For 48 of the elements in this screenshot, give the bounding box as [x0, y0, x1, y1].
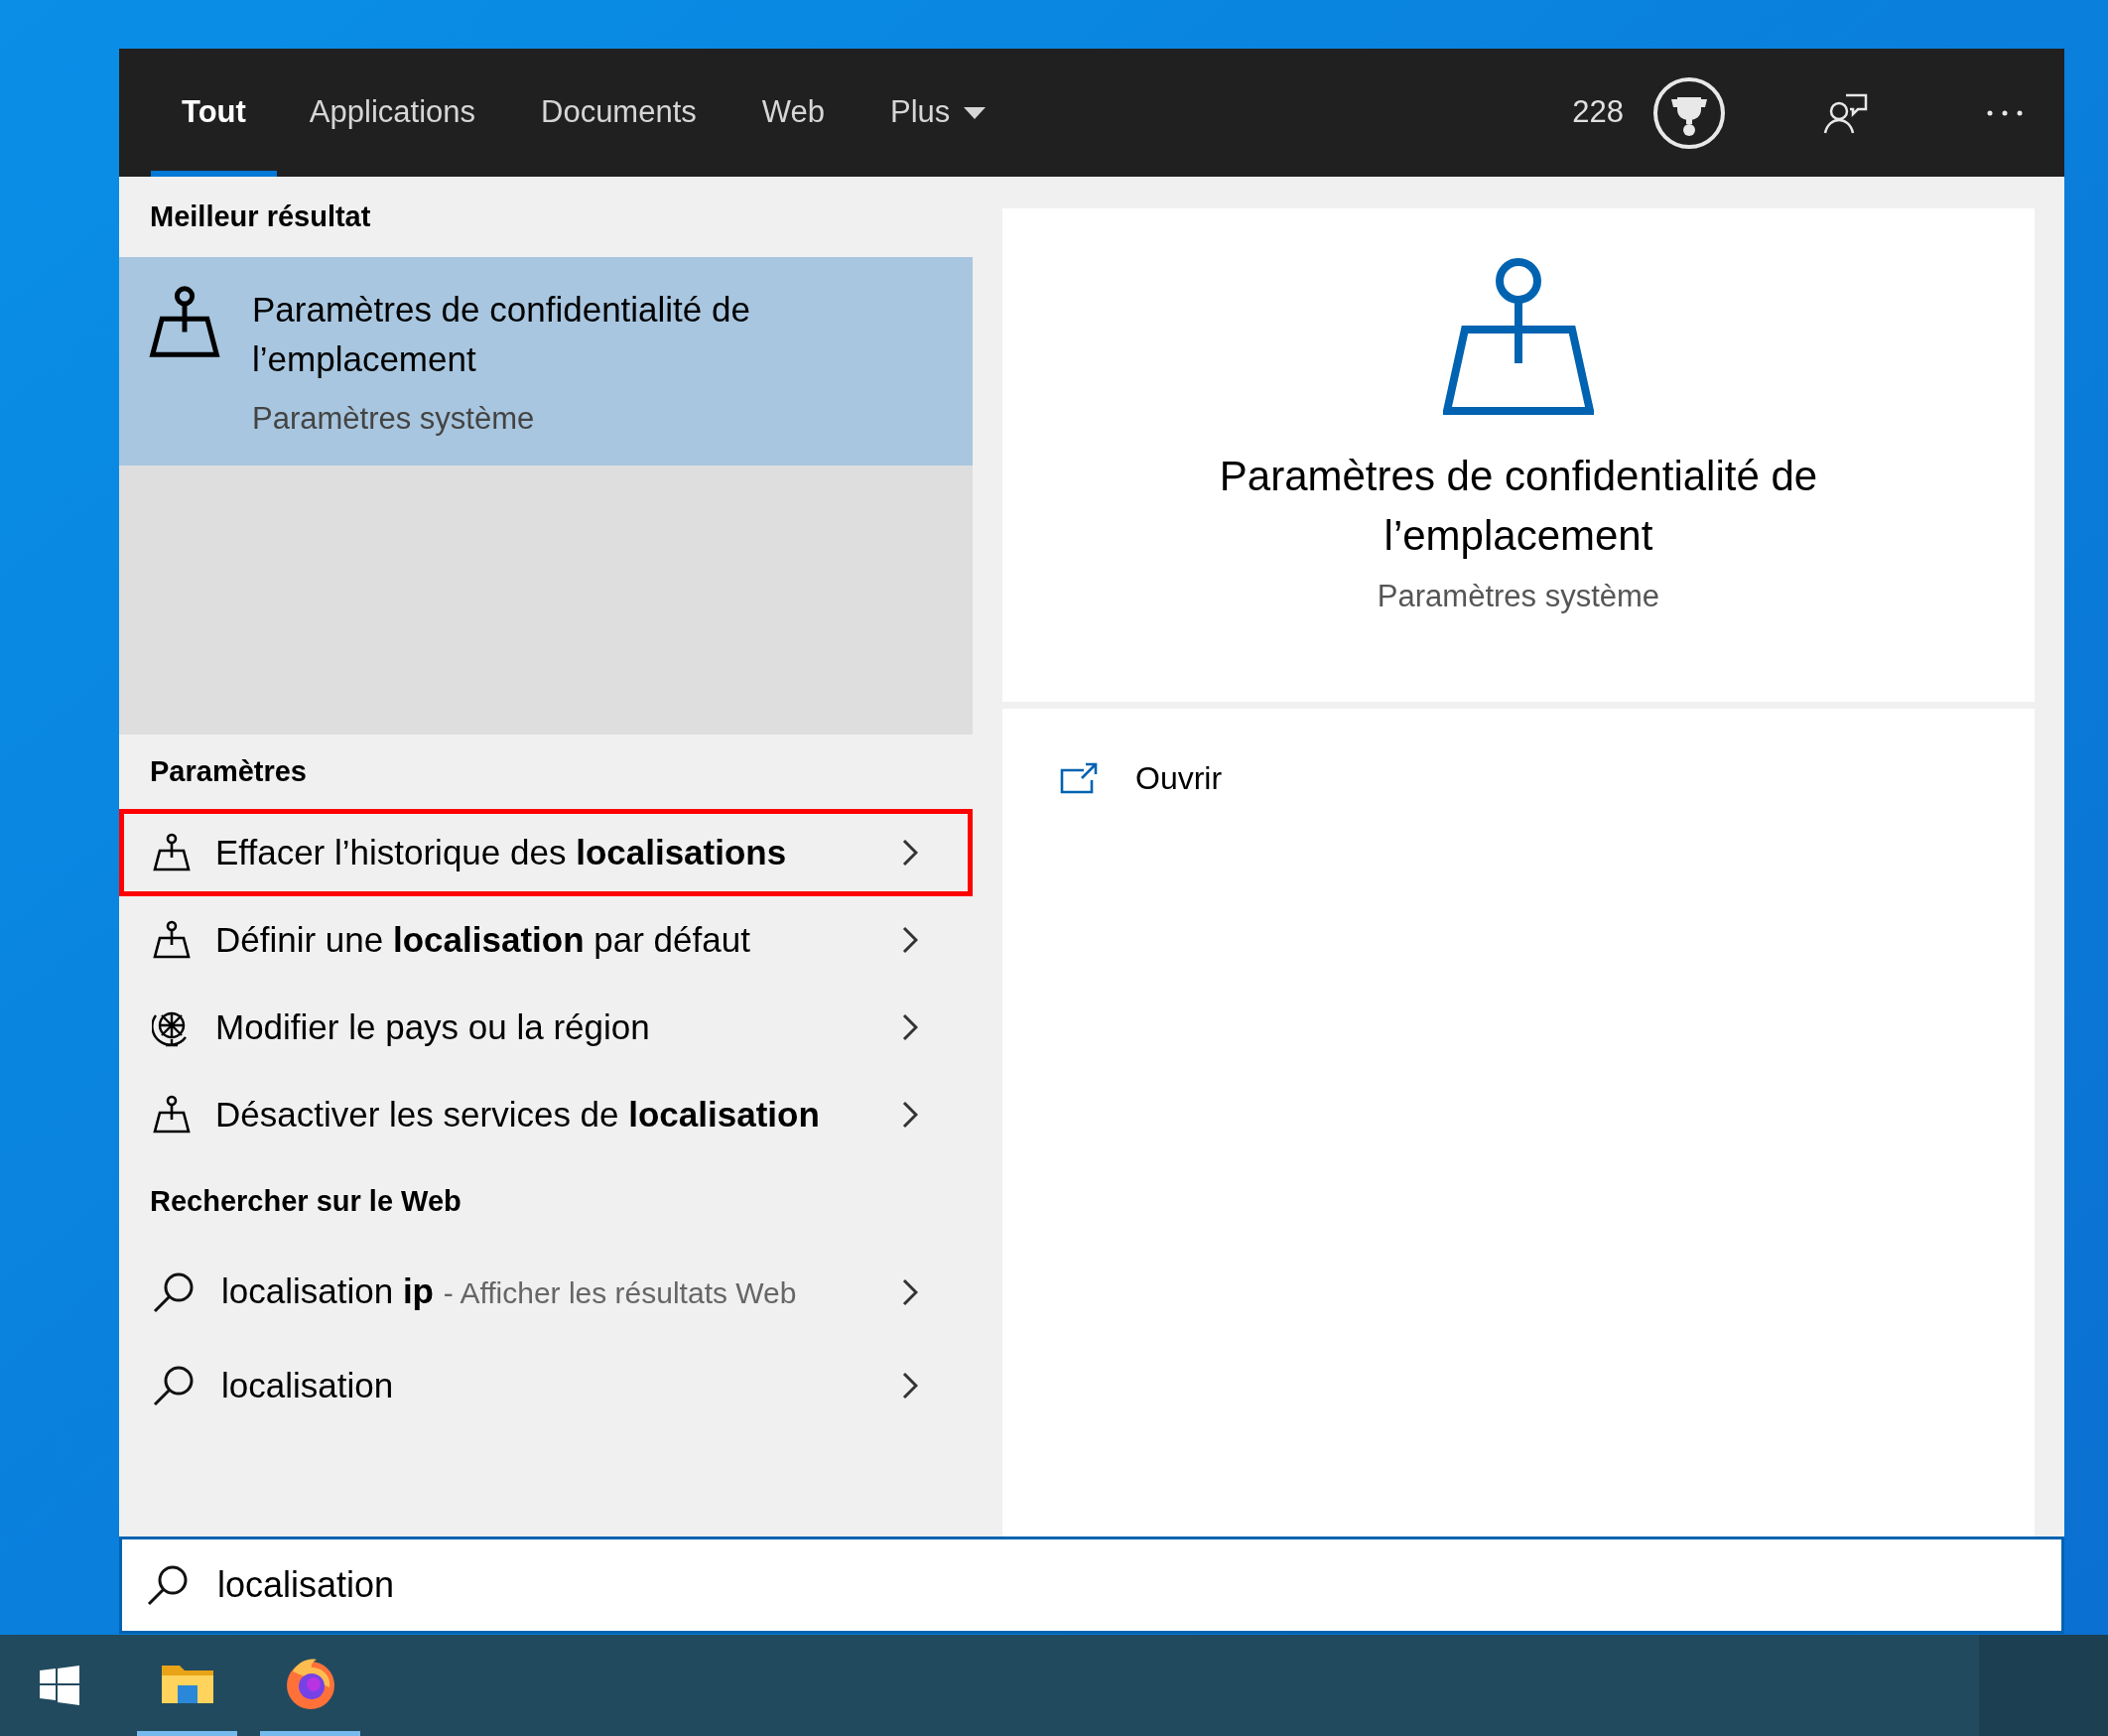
search-icon	[146, 1563, 190, 1607]
chevron-right-icon	[902, 1372, 918, 1400]
search-tab[interactable]: Applications	[276, 49, 508, 177]
settings-result-item[interactable]: Définir une localisation par défaut	[119, 896, 973, 984]
search-query: localisation ip	[221, 1271, 434, 1310]
search-query: localisation	[221, 1366, 394, 1404]
trophy-icon[interactable]	[1651, 74, 1727, 151]
result-text: Modifier le pays ou la région	[215, 1006, 651, 1048]
settings-result-item[interactable]: Désactiver les services de localisation	[119, 1071, 973, 1158]
result-text: Désactiver les services de localisation	[215, 1094, 821, 1135]
search-icon	[152, 1364, 196, 1407]
search-tab[interactable]: Documents	[508, 49, 729, 177]
result-text: Effacer l’historique des localisations	[215, 832, 788, 873]
best-result-item[interactable]: Paramètres de confidentialité de l’emplacement Paramètres système	[119, 257, 973, 466]
preview-subtitle: Paramètres système	[1377, 578, 1660, 615]
location-icon	[147, 285, 222, 360]
search-icon	[152, 1270, 196, 1314]
location-icon	[152, 920, 192, 960]
search-input[interactable]: localisation	[217, 1558, 1805, 1612]
search-tab[interactable]: Plus	[857, 49, 1019, 177]
search-tab[interactable]: Tout	[151, 49, 277, 177]
points-count: 228	[1572, 93, 1624, 132]
chevron-right-icon	[902, 839, 918, 867]
windows-logo-icon[interactable]	[40, 1666, 79, 1705]
web-result-item[interactable]: localisation	[119, 1339, 973, 1432]
caret-icon	[964, 106, 987, 119]
chevron-right-icon	[902, 1278, 918, 1306]
settings-result-item[interactable]: Effacer l’historique des localisations	[119, 809, 973, 896]
location-icon	[152, 833, 192, 872]
result-title: Paramètres de confidentialité de l’emplacement	[252, 289, 751, 380]
search-tab[interactable]: Web	[728, 49, 857, 177]
section-header: Meilleur résultat	[149, 199, 372, 234]
settings-result-item[interactable]: Modifier le pays ou la région	[119, 984, 973, 1071]
open-external-icon	[1060, 762, 1100, 794]
location-icon	[152, 1095, 192, 1135]
preview-title: Paramètres de confidentialité de l’emplacement	[1218, 452, 1819, 561]
chevron-right-icon	[902, 1101, 918, 1129]
section-header: Rechercher sur le Web	[149, 1184, 462, 1220]
section-header: Paramètres	[149, 753, 308, 789]
chevron-right-icon	[902, 926, 918, 954]
web-result-item[interactable]: localisation ip - Afficher les résultats Web	[119, 1246, 973, 1339]
search-hint: - Afficher les résultats Web	[443, 1276, 797, 1309]
result-text: Définir une localisation par défaut	[215, 919, 751, 961]
location-icon	[1443, 256, 1594, 417]
search-field[interactable]: localisation	[119, 1536, 2064, 1634]
chevron-right-icon	[902, 1013, 918, 1041]
open-action[interactable]: Ouvrir	[1060, 748, 2035, 808]
result-subtitle: Paramètres système	[252, 400, 536, 438]
